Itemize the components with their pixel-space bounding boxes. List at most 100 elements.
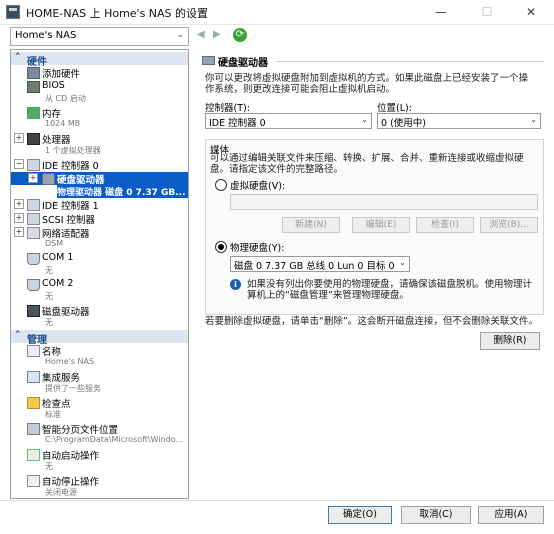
controller-dropdown[interactable]: IDE 控制器 0 ⌄: [205, 113, 372, 129]
vm-selector[interactable]: Home's NAS ⌄: [10, 27, 189, 46]
tree-item-integration-services[interactable]: 集成服务: [11, 370, 188, 384]
tree-item-add-hardware[interactable]: 添加硬件: [11, 66, 188, 80]
com-port-icon: [27, 253, 40, 265]
new-button[interactable]: 新建(N): [282, 217, 340, 233]
hard-drive-icon: [202, 56, 215, 65]
bios-chip-icon: [27, 81, 40, 93]
tree-item-label: 网络适配器: [42, 229, 90, 240]
tree-item-auto-stop-action[interactable]: 自动停止操作: [11, 474, 188, 488]
hard-drive-settings-panel: 硬盘驱动器 你可以更改将虚拟硬盘附加到虚拟机的方式。如果此磁盘上已经安装了一个操…: [196, 49, 548, 497]
virtual-disk-label[interactable]: 虚拟硬盘(V):: [230, 178, 285, 192]
edit-button[interactable]: 编辑(E): [352, 217, 410, 233]
network-adapter-icon: [27, 227, 40, 239]
expand-icon[interactable]: +: [14, 227, 24, 237]
tree-item-scsi-controller[interactable]: + SCSI 控制器: [11, 212, 188, 226]
auto-stop-icon: [27, 475, 40, 487]
ide-controller-icon: [27, 199, 40, 211]
close-button[interactable]: ✕: [508, 0, 554, 24]
checkpoint-icon: [27, 397, 40, 409]
chevron-down-icon: ⌄: [176, 30, 184, 40]
physical-disk-radio[interactable]: [215, 241, 227, 253]
paging-file-icon: [27, 423, 40, 435]
memory-icon: [27, 107, 40, 119]
collapse-icon[interactable]: ⌃: [14, 330, 22, 340]
tree-item-auto-start-action[interactable]: 自动启动操作: [11, 448, 188, 462]
expand-icon[interactable]: +: [14, 199, 24, 209]
tree-item-com-1[interactable]: COM 1: [11, 252, 188, 265]
hyperv-settings-icon: [6, 5, 20, 19]
apply-button[interactable]: 应用(A): [478, 506, 544, 524]
inspect-button[interactable]: 检查(I): [416, 217, 474, 233]
hard-drive-icon: [42, 173, 55, 185]
expand-icon[interactable]: +: [14, 213, 24, 223]
tree-item-subtext: 1 个虚拟处理器: [45, 146, 101, 155]
tree-item-subtext: DSM: [45, 239, 64, 248]
location-value: 0 (使用中): [381, 118, 426, 129]
media-description: 可以通过编辑关联文件来压缩、转换、扩展、合并、重新连接或收缩虚拟硬盘。请指定该文…: [210, 153, 524, 175]
tree-item-label: 智能分页文件位置: [42, 425, 119, 436]
controller-value: IDE 控制器 0: [209, 118, 266, 129]
panel-title: 硬盘驱动器: [218, 58, 268, 69]
tree-item-subtext: 无: [45, 462, 53, 471]
tree-item-ide-controller-0[interactable]: − IDE 控制器 0: [11, 158, 188, 172]
tree-item-subtext: 从 CD 启动: [45, 94, 86, 103]
tree-item-paging-file-location[interactable]: 智能分页文件位置: [11, 422, 188, 436]
footer-divider: [0, 500, 554, 501]
collapse-icon[interactable]: −: [14, 159, 24, 169]
window-title: HOME-NAS 上 Home's NAS 的设置: [26, 7, 209, 20]
floppy-drive-icon: [27, 305, 40, 317]
tree-item-checkpoints[interactable]: 检查点: [11, 396, 188, 410]
remove-description: 若要删除虚拟硬盘，请单击“删除”。这会断开磁盘连接，但不会删除关联文件。: [205, 316, 538, 327]
virtual-disk-radio[interactable]: [215, 179, 227, 191]
physical-disk-info: 如果没有列出你要使用的物理硬盘，请确保该磁盘脱机。使用物理计算机上的“磁盘管理”…: [247, 279, 533, 301]
back-icon[interactable]: ◀: [197, 29, 205, 40]
name-icon: [27, 345, 40, 357]
tree-item-label: 名称: [42, 347, 62, 358]
tree-item-label: 硬盘驱动器: [57, 175, 105, 186]
media-group: 媒体 可以通过编辑关联文件来压缩、转换、扩展、合并、重新连接或收缩虚拟硬盘。请指…: [205, 139, 544, 315]
tree-item-processor[interactable]: + 处理器: [11, 132, 188, 146]
ok-button[interactable]: 确定(O): [328, 506, 392, 524]
tree-item-label: BIOS: [42, 80, 65, 91]
location-dropdown[interactable]: 0 (使用中) ⌄: [377, 113, 541, 129]
ide-controller-icon: [27, 159, 40, 171]
tree-item-label: 集成服务: [42, 373, 81, 384]
forward-icon[interactable]: ▶: [213, 29, 221, 40]
tree-item-floppy-drive[interactable]: 磁盘驱动器: [11, 304, 188, 318]
tree-item-subtext: 无: [45, 292, 53, 301]
tree-item-network-adapter[interactable]: + 网络适配器: [11, 226, 188, 240]
tree-item-label: SCSI 控制器: [42, 215, 96, 226]
cancel-button[interactable]: 取消(C): [401, 506, 471, 524]
chevron-down-icon: ⌄: [361, 115, 368, 124]
tree-item-com-2[interactable]: COM 2: [11, 278, 188, 291]
panel-header: 硬盘驱动器: [196, 53, 548, 69]
tree-item-hard-drive[interactable]: + 硬盘驱动器: [11, 172, 188, 186]
physical-disk-dropdown[interactable]: 磁盘 0 7.37 GB 总线 0 Lun 0 目标 0 ⌄: [230, 256, 410, 272]
tree-item-bios[interactable]: BIOS: [11, 80, 188, 93]
toolbar: Home's NAS ⌄ ◀ ▶ ⟳: [0, 25, 554, 47]
section-management-header[interactable]: ⌃ 管理: [11, 330, 188, 346]
tree-item-label: IDE 控制器 1: [42, 201, 99, 212]
expand-icon[interactable]: +: [14, 133, 24, 143]
scsi-controller-icon: [27, 213, 40, 225]
tree-item-memory[interactable]: 内存: [11, 106, 188, 120]
refresh-icon[interactable]: ⟳: [233, 28, 247, 42]
tree-item-ide-controller-1[interactable]: + IDE 控制器 1: [11, 198, 188, 212]
tree-item-name[interactable]: 名称: [11, 344, 188, 358]
minimize-button[interactable]: —: [418, 0, 464, 24]
physical-disk-label[interactable]: 物理硬盘(Y):: [230, 240, 284, 254]
expand-icon[interactable]: +: [28, 173, 38, 183]
location-label: 位置(L):: [377, 103, 412, 114]
virtual-disk-path-input[interactable]: [230, 194, 538, 210]
tree-item-label: 磁盘驱动器: [42, 307, 90, 318]
tree-item-label: 处理器: [42, 135, 71, 146]
remove-button[interactable]: 删除(R): [480, 332, 540, 350]
maximize-button[interactable]: ☐: [464, 0, 510, 24]
tree-item-subtext: 1024 MB: [45, 119, 81, 128]
tree-item-subtext: 无: [45, 318, 53, 327]
browse-button[interactable]: 浏览(B)...: [480, 217, 538, 233]
collapse-icon[interactable]: ⌃: [14, 52, 22, 62]
controller-label: 控制器(T):: [205, 103, 250, 114]
divider: [276, 61, 544, 62]
section-hardware-header[interactable]: ⌃ 硬件: [11, 52, 188, 68]
